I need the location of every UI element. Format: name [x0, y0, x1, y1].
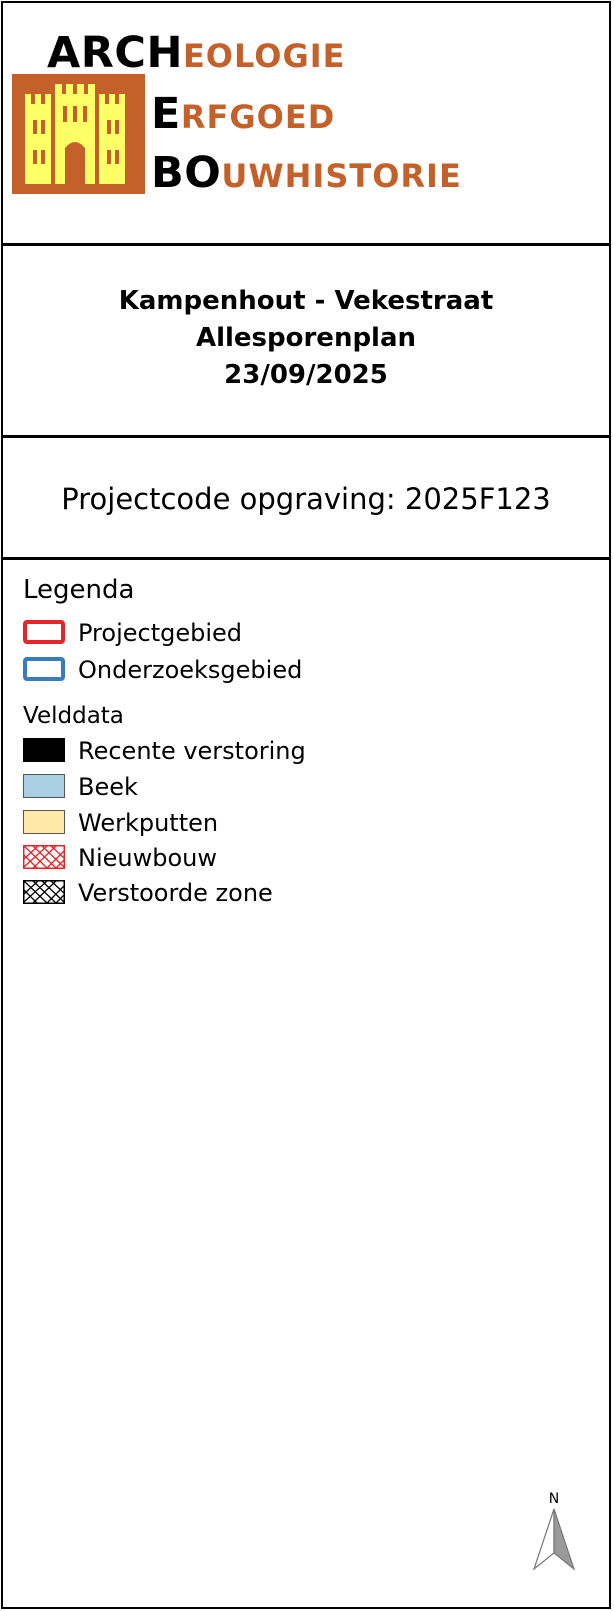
project-code-block: Projectcode opgraving: 2025F123: [3, 438, 609, 558]
legend-label: Verstoorde zone: [78, 879, 273, 907]
logo-rest: EOLOGIE: [182, 37, 346, 75]
logo-rest: RFGOED: [180, 98, 336, 136]
black-fill-swatch: [23, 738, 65, 762]
logo-rest: UWHISTORIE: [221, 157, 462, 195]
legend-label: Recente verstoring: [78, 737, 306, 765]
legend-label: Beek: [78, 773, 138, 801]
castle-icon: [25, 84, 125, 184]
red-outline-swatch: [23, 620, 65, 644]
legend-label: Onderzoeksgebied: [78, 656, 303, 684]
blue-outline-swatch: [23, 657, 65, 681]
map-frame: ARCHEOLOGIE ERFGOED BOUWHISTORIE Kampenh…: [1, 1, 611, 1609]
title-block: Kampenhout - Vekestraat Allesporenplan 2…: [3, 246, 609, 435]
logo-line-archeologie: ARCHEOLOGIE: [47, 28, 345, 78]
red-crosshatch-swatch: [23, 845, 65, 869]
legend-label: Nieuwbouw: [78, 844, 217, 872]
divider: [3, 557, 609, 560]
logo-initials: E: [151, 89, 181, 139]
legend-label: Werkputten: [78, 809, 219, 837]
logo-line-bouwhistorie: BOUWHISTORIE: [151, 148, 462, 198]
logo-emblem: [12, 74, 145, 194]
north-arrow: N: [531, 1491, 577, 1571]
logo-initials: BO: [151, 148, 222, 198]
plan-name: Allesporenplan: [195, 323, 417, 353]
plan-date: 23/09/2025: [224, 360, 388, 390]
blue-fill-swatch: [23, 774, 65, 798]
logo-initials: ARCH: [47, 28, 183, 78]
legend-subtitle-velddata: Velddata: [23, 703, 124, 729]
north-arrow-icon: [532, 1508, 576, 1571]
project-code: Projectcode opgraving: 2025F123: [61, 482, 551, 516]
logo-line-erfgoed: ERFGOED: [151, 89, 335, 139]
logo-section: ARCHEOLOGIE ERFGOED BOUWHISTORIE: [3, 3, 609, 243]
site-name: Kampenhout - Vekestraat: [118, 286, 494, 316]
yellow-fill-swatch: [23, 810, 65, 834]
legend-title: Legenda: [23, 575, 135, 605]
black-crosshatch-swatch: [23, 880, 65, 904]
legend-label: Projectgebied: [78, 619, 243, 647]
north-label: N: [548, 1491, 560, 1507]
